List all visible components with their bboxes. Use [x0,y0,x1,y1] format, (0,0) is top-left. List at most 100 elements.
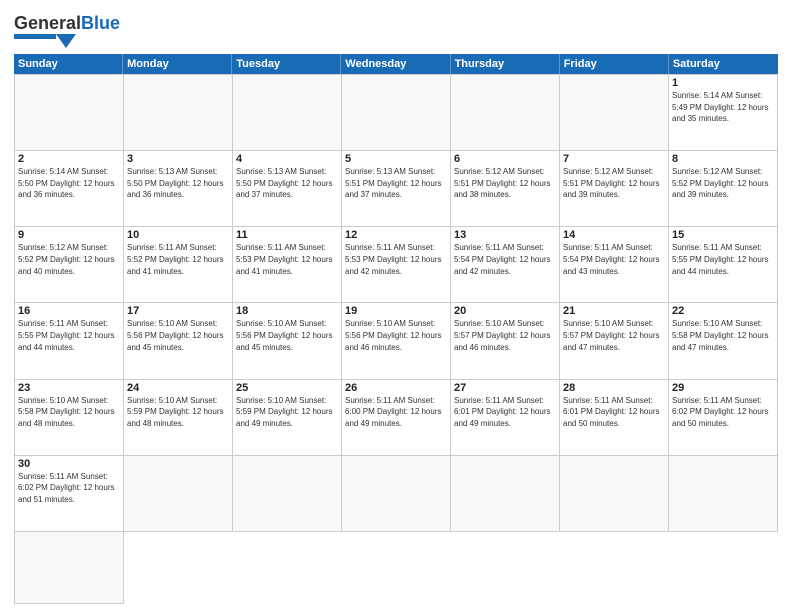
day-number: 3 [127,153,229,165]
day-header-thursday: Thursday [451,54,560,74]
day-header-sunday: Sunday [14,54,123,74]
calendar-day-9: 9Sunrise: 5:12 AM Sunset: 5:52 PM Daylig… [15,227,124,303]
sun-info: Sunrise: 5:12 AM Sunset: 5:51 PM Dayligh… [563,166,665,201]
sun-info: Sunrise: 5:13 AM Sunset: 5:51 PM Dayligh… [345,166,447,201]
sun-info: Sunrise: 5:11 AM Sunset: 5:54 PM Dayligh… [454,242,556,277]
calendar-day-empty [124,456,233,532]
calendar-day-8: 8Sunrise: 5:12 AM Sunset: 5:52 PM Daylig… [669,151,778,227]
day-header-wednesday: Wednesday [341,54,450,74]
calendar-day-20: 20Sunrise: 5:10 AM Sunset: 5:57 PM Dayli… [451,303,560,379]
calendar-day-18: 18Sunrise: 5:10 AM Sunset: 5:56 PM Dayli… [233,303,342,379]
day-number: 25 [236,382,338,394]
calendar-day-27: 27Sunrise: 5:11 AM Sunset: 6:01 PM Dayli… [451,380,560,456]
sun-info: Sunrise: 5:11 AM Sunset: 5:55 PM Dayligh… [672,242,774,277]
calendar-day-17: 17Sunrise: 5:10 AM Sunset: 5:56 PM Dayli… [124,303,233,379]
day-number: 1 [672,77,774,89]
sun-info: Sunrise: 5:14 AM Sunset: 5:50 PM Dayligh… [18,166,120,201]
calendar-day-11: 11Sunrise: 5:11 AM Sunset: 5:53 PM Dayli… [233,227,342,303]
day-number: 28 [563,382,665,394]
day-number: 17 [127,305,229,317]
calendar-day-empty [560,456,669,532]
calendar-day-25: 25Sunrise: 5:10 AM Sunset: 5:59 PM Dayli… [233,380,342,456]
sun-info: Sunrise: 5:12 AM Sunset: 5:52 PM Dayligh… [672,166,774,201]
sun-info: Sunrise: 5:11 AM Sunset: 5:54 PM Dayligh… [563,242,665,277]
day-header-tuesday: Tuesday [232,54,341,74]
sun-info: Sunrise: 5:12 AM Sunset: 5:52 PM Dayligh… [18,242,120,277]
day-number: 15 [672,229,774,241]
header: GeneralBlue [14,10,778,48]
sun-info: Sunrise: 5:11 AM Sunset: 5:55 PM Dayligh… [18,318,120,353]
sun-info: Sunrise: 5:11 AM Sunset: 5:52 PM Dayligh… [127,242,229,277]
sun-info: Sunrise: 5:10 AM Sunset: 5:56 PM Dayligh… [236,318,338,353]
calendar-header: SundayMondayTuesdayWednesdayThursdayFrid… [14,54,778,74]
calendar-day-1: 1Sunrise: 5:14 AM Sunset: 5:49 PM Daylig… [669,75,778,151]
day-number: 10 [127,229,229,241]
day-number: 9 [18,229,120,241]
calendar-day-19: 19Sunrise: 5:10 AM Sunset: 5:56 PM Dayli… [342,303,451,379]
calendar-day-empty [342,75,451,151]
day-number: 7 [563,153,665,165]
sun-info: Sunrise: 5:13 AM Sunset: 5:50 PM Dayligh… [236,166,338,201]
day-number: 8 [672,153,774,165]
calendar-day-empty [342,456,451,532]
calendar-day-24: 24Sunrise: 5:10 AM Sunset: 5:59 PM Dayli… [124,380,233,456]
calendar-day-empty [15,75,124,151]
calendar-day-2: 2Sunrise: 5:14 AM Sunset: 5:50 PM Daylig… [15,151,124,227]
calendar-day-empty [451,456,560,532]
sun-info: Sunrise: 5:11 AM Sunset: 5:53 PM Dayligh… [345,242,447,277]
day-number: 21 [563,305,665,317]
day-number: 24 [127,382,229,394]
logo-blue-text: Blue [81,13,120,33]
calendar-day-3: 3Sunrise: 5:13 AM Sunset: 5:50 PM Daylig… [124,151,233,227]
calendar-day-empty [451,75,560,151]
day-header-saturday: Saturday [669,54,778,74]
sun-info: Sunrise: 5:10 AM Sunset: 5:56 PM Dayligh… [345,318,447,353]
calendar-day-empty [15,532,124,604]
sun-info: Sunrise: 5:10 AM Sunset: 5:57 PM Dayligh… [563,318,665,353]
day-number: 4 [236,153,338,165]
sun-info: Sunrise: 5:11 AM Sunset: 6:02 PM Dayligh… [672,395,774,430]
sun-info: Sunrise: 5:11 AM Sunset: 6:01 PM Dayligh… [454,395,556,430]
day-header-monday: Monday [123,54,232,74]
day-number: 12 [345,229,447,241]
sun-info: Sunrise: 5:11 AM Sunset: 6:02 PM Dayligh… [18,471,120,506]
day-number: 20 [454,305,556,317]
calendar-day-13: 13Sunrise: 5:11 AM Sunset: 5:54 PM Dayli… [451,227,560,303]
sun-info: Sunrise: 5:12 AM Sunset: 5:51 PM Dayligh… [454,166,556,201]
calendar-day-empty [233,75,342,151]
sun-info: Sunrise: 5:13 AM Sunset: 5:50 PM Dayligh… [127,166,229,201]
day-number: 23 [18,382,120,394]
sun-info: Sunrise: 5:10 AM Sunset: 5:58 PM Dayligh… [672,318,774,353]
sun-info: Sunrise: 5:10 AM Sunset: 5:59 PM Dayligh… [127,395,229,430]
day-number: 2 [18,153,120,165]
calendar: SundayMondayTuesdayWednesdayThursdayFrid… [14,54,778,604]
calendar-day-empty [669,456,778,532]
sun-info: Sunrise: 5:10 AM Sunset: 5:58 PM Dayligh… [18,395,120,430]
day-number: 14 [563,229,665,241]
calendar-grid: 1Sunrise: 5:14 AM Sunset: 5:49 PM Daylig… [14,74,778,604]
calendar-day-empty [560,75,669,151]
sun-info: Sunrise: 5:11 AM Sunset: 6:01 PM Dayligh… [563,395,665,430]
calendar-day-21: 21Sunrise: 5:10 AM Sunset: 5:57 PM Dayli… [560,303,669,379]
calendar-day-10: 10Sunrise: 5:11 AM Sunset: 5:52 PM Dayli… [124,227,233,303]
sun-info: Sunrise: 5:10 AM Sunset: 5:56 PM Dayligh… [127,318,229,353]
calendar-day-5: 5Sunrise: 5:13 AM Sunset: 5:51 PM Daylig… [342,151,451,227]
day-number: 19 [345,305,447,317]
sun-info: Sunrise: 5:14 AM Sunset: 5:49 PM Dayligh… [672,90,774,125]
day-number: 13 [454,229,556,241]
sun-info: Sunrise: 5:11 AM Sunset: 5:53 PM Dayligh… [236,242,338,277]
calendar-day-30: 30Sunrise: 5:11 AM Sunset: 6:02 PM Dayli… [15,456,124,532]
sun-info: Sunrise: 5:10 AM Sunset: 5:57 PM Dayligh… [454,318,556,353]
day-number: 30 [18,458,120,470]
calendar-day-12: 12Sunrise: 5:11 AM Sunset: 5:53 PM Dayli… [342,227,451,303]
day-number: 27 [454,382,556,394]
calendar-day-14: 14Sunrise: 5:11 AM Sunset: 5:54 PM Dayli… [560,227,669,303]
day-number: 6 [454,153,556,165]
calendar-day-7: 7Sunrise: 5:12 AM Sunset: 5:51 PM Daylig… [560,151,669,227]
day-number: 16 [18,305,120,317]
sun-info: Sunrise: 5:11 AM Sunset: 6:00 PM Dayligh… [345,395,447,430]
calendar-day-22: 22Sunrise: 5:10 AM Sunset: 5:58 PM Dayli… [669,303,778,379]
calendar-day-6: 6Sunrise: 5:12 AM Sunset: 5:51 PM Daylig… [451,151,560,227]
calendar-day-15: 15Sunrise: 5:11 AM Sunset: 5:55 PM Dayli… [669,227,778,303]
calendar-day-26: 26Sunrise: 5:11 AM Sunset: 6:00 PM Dayli… [342,380,451,456]
